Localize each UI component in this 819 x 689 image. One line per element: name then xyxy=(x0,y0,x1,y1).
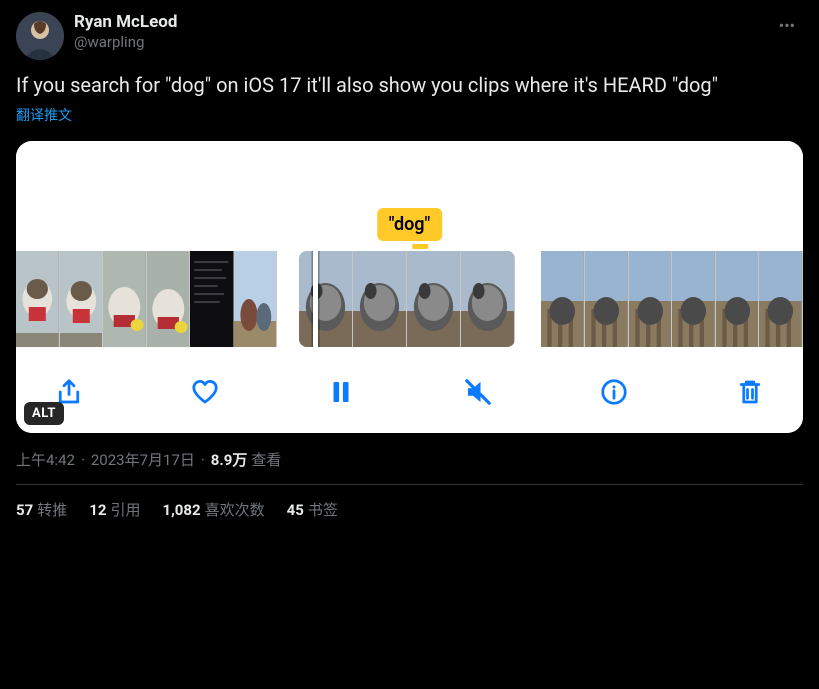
video-timeline[interactable] xyxy=(16,251,803,347)
tweet-header: Ryan McLeod @warpling xyxy=(16,12,803,60)
pause-icon[interactable] xyxy=(324,375,358,409)
timeline-playhead[interactable] xyxy=(313,251,318,347)
tweet-stats: 57转推 12引用 1,082喜欢次数 45书签 xyxy=(16,499,803,520)
timeline-thumbnail[interactable] xyxy=(147,251,191,347)
timeline-thumbnail[interactable] xyxy=(190,251,234,347)
timeline-thumbnail[interactable] xyxy=(353,251,407,347)
tweet-meta: 上午4:42 · 2023年7月17日 · 8.9万 查看 xyxy=(16,449,803,470)
timeline-thumbnail[interactable] xyxy=(299,251,353,347)
author-display-name: Ryan McLeod xyxy=(74,12,177,33)
trash-icon[interactable] xyxy=(733,375,767,409)
timeline-thumbnail[interactable] xyxy=(16,251,60,347)
timeline-thumbnail[interactable] xyxy=(759,251,803,347)
stat-quotes[interactable]: 12引用 xyxy=(89,499,140,520)
info-icon[interactable] xyxy=(597,375,631,409)
author-names[interactable]: Ryan McLeod @warpling xyxy=(74,12,177,52)
alt-badge[interactable]: ALT xyxy=(24,402,64,425)
divider xyxy=(16,484,803,485)
timeline-thumbnail[interactable] xyxy=(461,251,515,347)
tweet-container: Ryan McLeod @warpling ••• If you search … xyxy=(0,0,819,532)
timeline-thumbnail[interactable] xyxy=(629,251,673,347)
timeline-active-group[interactable] xyxy=(299,251,515,347)
avatar[interactable] xyxy=(16,12,64,60)
media-attachment[interactable]: "dog" xyxy=(16,141,803,433)
mute-icon[interactable] xyxy=(461,375,495,409)
timeline-thumbnail[interactable] xyxy=(672,251,716,347)
more-options-icon[interactable]: ••• xyxy=(771,12,803,39)
views-label: 查看 xyxy=(251,449,281,470)
timeline-gap xyxy=(515,251,541,347)
timeline-thumbnail[interactable] xyxy=(407,251,461,347)
tweet-text: If you search for "dog" on iOS 17 it'll … xyxy=(16,72,803,99)
timeline-thumbnail[interactable] xyxy=(716,251,760,347)
heart-icon[interactable] xyxy=(188,375,222,409)
media-caption-area: "dog" xyxy=(16,141,803,251)
tweet-time[interactable]: 上午4:42 xyxy=(16,449,75,470)
tweet-date[interactable]: 2023年7月17日 xyxy=(91,449,195,470)
stat-bookmarks[interactable]: 45书签 xyxy=(287,499,338,520)
timeline-thumbnail[interactable] xyxy=(234,251,278,347)
views-count[interactable]: 8.9万 xyxy=(211,449,248,470)
timeline-thumbnail[interactable] xyxy=(585,251,629,347)
timeline-thumbnail[interactable] xyxy=(103,251,147,347)
timeline-thumbnail[interactable] xyxy=(541,251,585,347)
timeline-gap xyxy=(277,251,299,347)
media-controls xyxy=(16,347,803,433)
translate-link[interactable]: 翻译推文 xyxy=(16,105,72,125)
author-handle: @warpling xyxy=(74,33,177,52)
timeline-thumbnail[interactable] xyxy=(60,251,104,347)
caption-bubble: "dog" xyxy=(377,208,443,241)
stat-likes[interactable]: 1,082喜欢次数 xyxy=(162,499,264,520)
stat-retweets[interactable]: 57转推 xyxy=(16,499,67,520)
